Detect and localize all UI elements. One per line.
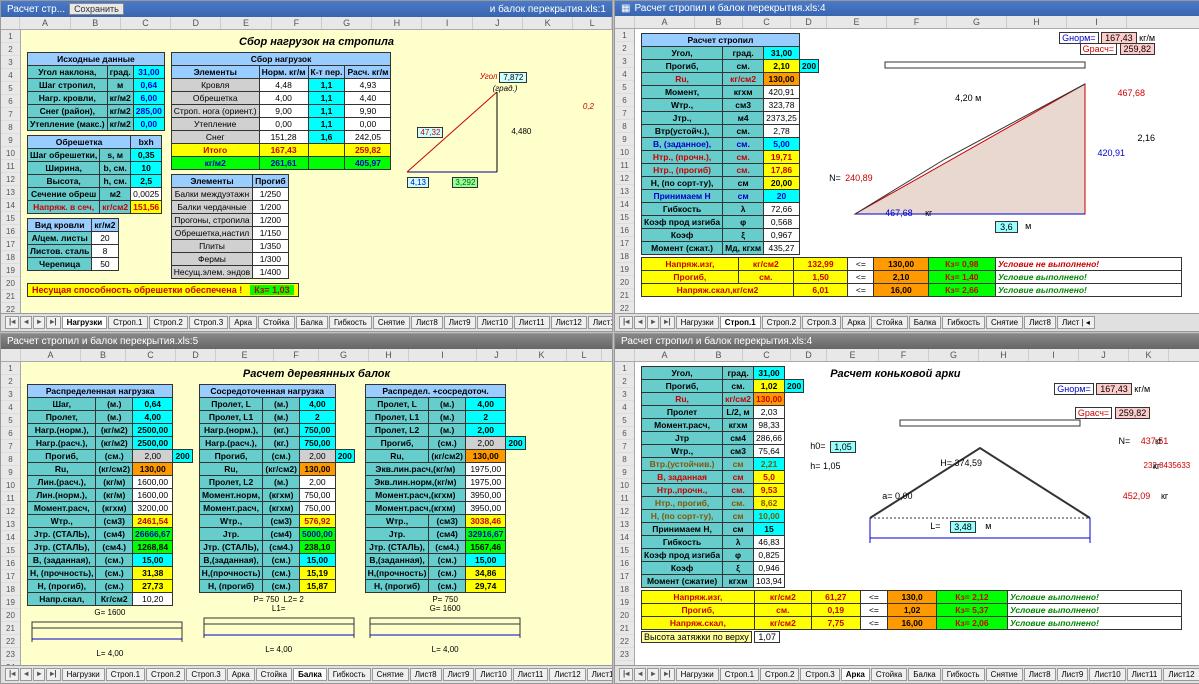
arch-title: Расчет коньковой арки xyxy=(830,368,1150,380)
col-headers: ABC DEF GHI xyxy=(615,16,1199,29)
pane-beams: Расчет стропил и балок перекрытия.xls:5 … xyxy=(0,333,613,684)
sheet-tabs-2[interactable]: |◂◂▸▸| Нагрузки Строп.1 Строп.2 Строп.3 … xyxy=(615,313,1199,331)
table-sbor: Сбор нагрузок ЭлементыНорм. кг/мК-т пер.… xyxy=(171,52,392,170)
sheet-content[interactable]: Угол,град.31,00Прогиб,см.1,02200Ru,кг/см… xyxy=(635,362,1199,665)
tab-nav-prev[interactable]: ◂ xyxy=(20,316,32,329)
extra-val: 1,07 xyxy=(754,631,780,643)
sheet-content[interactable]: Расчет стропил Угол,град.31,00 Прогиб,см… xyxy=(635,29,1199,313)
tab[interactable]: Лист12 xyxy=(551,316,587,329)
rafter-diagram xyxy=(825,54,1135,234)
row-numbers: 12345678 9101112131415 16171819202122 23… xyxy=(1,362,21,665)
tab[interactable]: Строп.1 xyxy=(108,316,147,329)
file-name: Расчет стропил и балок перекрытия.xls:4 xyxy=(634,3,825,14)
tab-nagruzki[interactable]: Нагрузки xyxy=(62,316,108,329)
table-arch-params: Угол,град.31,00Прогиб,см.1,02200Ru,кг/см… xyxy=(641,366,804,588)
sheet-tabs-1[interactable]: |◂ ◂ ▸ ▸| Нагрузки Строп.1 Строп.2 Строп… xyxy=(1,313,612,331)
extra-label: Высота затяжки по верху xyxy=(641,631,752,643)
table-rafter-params: Расчет стропил Угол,град.31,00 Прогиб,см… xyxy=(641,33,819,255)
tab[interactable]: Стойка xyxy=(258,316,294,329)
ext-val: 0,2 xyxy=(583,102,594,111)
row-numbers: 12345678 9101112131415 1617181920212223 xyxy=(615,362,635,665)
titlebar-2[interactable]: ▦ Расчет стропил и балок перекрытия.xls:… xyxy=(615,1,1199,16)
triangle-diagram: Угол 7,872 (град.) 4,480 47,32 4,13 3,29… xyxy=(397,72,527,192)
sheet-content[interactable]: Расчет деревянных балок Распределенная н… xyxy=(21,362,612,665)
status-table: Напряж.изг,кг/см261,27<=130,0Кз= 2,12Усл… xyxy=(641,590,1182,630)
row-numbers: 12345678 9101112131415 16171819202122 xyxy=(1,30,21,313)
excel-icon: ▦ xyxy=(621,3,630,14)
beam-table: Распределенная нагрузкаШаг,(м.)0,64Проле… xyxy=(27,384,193,606)
tab[interactable]: Балка xyxy=(296,316,329,329)
save-button[interactable]: Сохранить xyxy=(69,3,124,15)
pane-rafters: ▦ Расчет стропил и балок перекрытия.xls:… xyxy=(614,0,1199,332)
beam-table: Сосредоточенная нагрузкаПролет, L(м.)4,0… xyxy=(199,384,355,593)
tab[interactable]: Арка xyxy=(229,316,257,329)
tab[interactable]: Лист11 xyxy=(514,316,550,329)
pane-loads: Расчет стр... Сохранить и балок перекрыт… xyxy=(0,0,613,332)
col-headers: ABC DEF GHI JKL xyxy=(1,349,612,362)
tab-nav-first[interactable]: |◂ xyxy=(5,316,19,329)
sheet-tabs-4[interactable]: |◂◂▸▸| Нагрузки Строп.1 Строп.2 Строп.3 … xyxy=(615,665,1199,683)
col-headers: ABC DEF GHI JK xyxy=(615,349,1199,362)
table-krov: Вид кровликг/м2 А/цем. листы20 Листов. с… xyxy=(27,218,119,271)
arch-diagram xyxy=(810,418,1130,558)
summary-bar: Несущая способность обрешетки обеспечена… xyxy=(27,283,299,297)
sheet-content[interactable]: Сбор нагрузок на стропила 0,2 Исходные д… xyxy=(21,30,612,313)
tab-nav-last[interactable]: ▸| xyxy=(46,316,60,329)
table-prog: ЭлементыПрогиб Балки междуэтажн1/250 Бал… xyxy=(171,174,289,279)
tab[interactable]: Лист13 xyxy=(588,316,612,329)
titlebar-4[interactable]: Расчет стропил и балок перекрытия.xls:4 xyxy=(615,334,1199,349)
table-obr: Обрешеткаbxh Шаг обрешетки,s, м0,35 Шири… xyxy=(27,135,162,214)
titlebar-rest: и балок перекрытия.xls:1 xyxy=(490,4,606,15)
tab[interactable]: Лист8 xyxy=(411,316,443,329)
page-title: Расчет деревянных балок xyxy=(27,368,606,380)
beam-table: Распредел. +сосредоточ.Пролет, L(м.)4,00… xyxy=(365,384,526,593)
page-title: Сбор нагрузок на стропила xyxy=(27,36,606,48)
file-name: Расчет стр... xyxy=(7,4,65,15)
table-ish: Исходные данные Угол наклона,град.31,00 … xyxy=(27,52,165,131)
tab-nav-next[interactable]: ▸ xyxy=(33,316,45,329)
tab[interactable]: Гибкость xyxy=(329,316,372,329)
tab[interactable]: Лист10 xyxy=(477,316,513,329)
file-name: Расчет стропил и балок перекрытия.xls:5 xyxy=(7,336,198,347)
tab[interactable]: Снятие xyxy=(373,316,410,329)
tab[interactable]: Строп.2 xyxy=(149,316,188,329)
pane-arch: Расчет стропил и балок перекрытия.xls:4 … xyxy=(614,333,1199,684)
col-headers: ABC DEF GHI JKL xyxy=(1,17,612,30)
status-table: Напряж.изг,кг/см2132,99<=130,00Кз= 0,98У… xyxy=(641,257,1182,297)
titlebar-3[interactable]: Расчет стропил и балок перекрытия.xls:5 xyxy=(1,334,612,349)
row-numbers: 12345678 9101112131415 16171819202122 xyxy=(615,29,635,313)
sheet-tabs-3[interactable]: |◂◂▸▸| Нагрузки Строп.1 Строп.2 Строп.3 … xyxy=(1,665,612,683)
titlebar-1[interactable]: Расчет стр... Сохранить и балок перекрыт… xyxy=(1,1,612,17)
tab[interactable]: Лист9 xyxy=(444,316,476,329)
file-name: Расчет стропил и балок перекрытия.xls:4 xyxy=(621,336,812,347)
tab[interactable]: Строп.3 xyxy=(189,316,228,329)
